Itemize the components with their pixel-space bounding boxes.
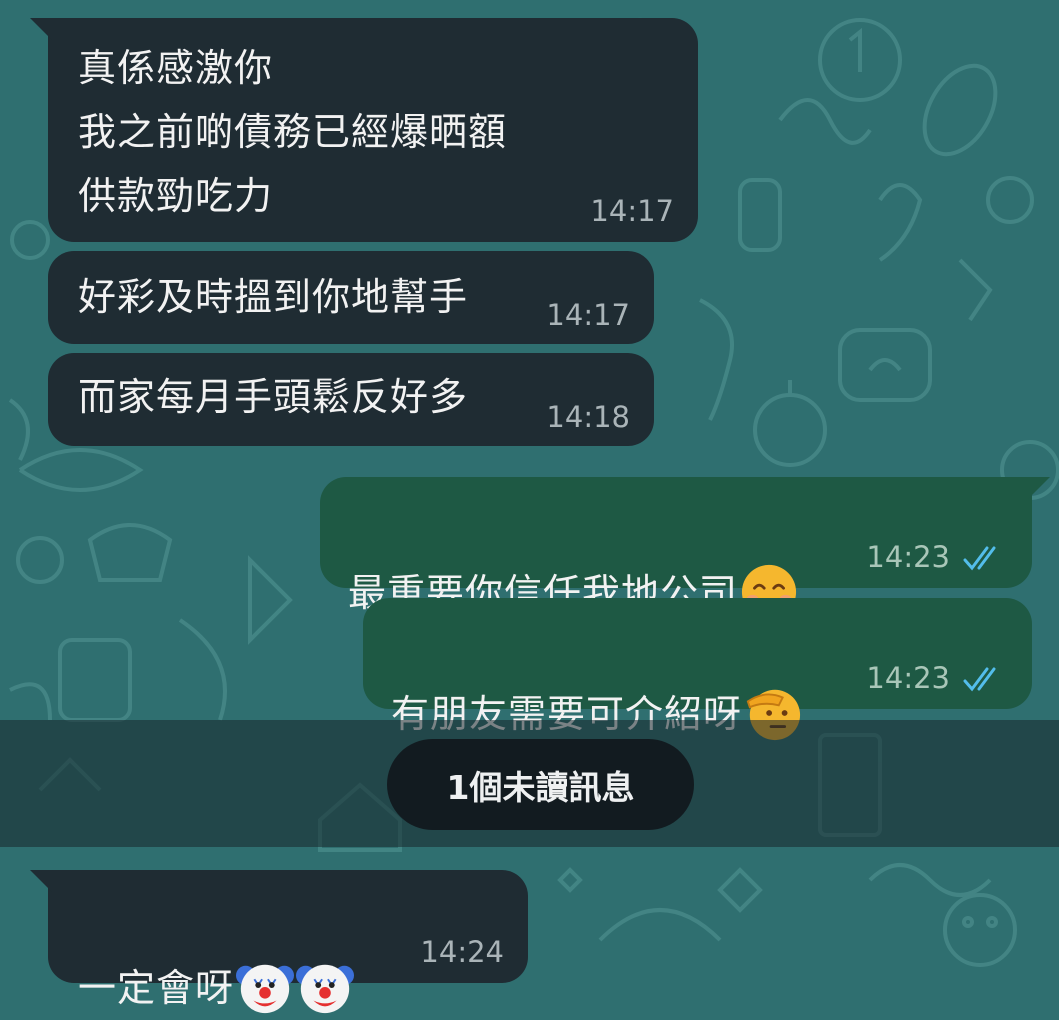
unread-messages-label: 1個未讀訊息 <box>387 739 694 830</box>
message-bubble[interactable]: 好彩及時搵到你地幫手 14:17 <box>48 251 654 344</box>
message-time: 14:23 <box>866 661 950 695</box>
read-receipt-icon <box>963 667 996 692</box>
message-time: 14:24 <box>420 935 504 969</box>
message-bubble[interactable]: 一定會呀 14:24 <box>30 870 528 1013</box>
message-time: 14:18 <box>546 400 630 434</box>
message-text-content: 一定會呀 <box>78 966 235 1010</box>
message-text: 真係感激你 我之前啲債務已經爆晒額 供款勁吃力 <box>78 46 508 218</box>
message-bubble[interactable]: 有朋友需要可介紹呀 14:23 <box>363 598 1032 740</box>
message-bubble[interactable]: 最重要你信任我地公司 14:23 <box>320 477 1050 619</box>
clown-face-icon <box>296 964 355 1013</box>
message-text: 一定會呀 <box>78 892 355 1020</box>
message-time: 14:17 <box>546 298 630 332</box>
message-time: 14:17 <box>590 194 674 228</box>
read-receipt-icon <box>963 546 996 571</box>
message-text: 而家每月手頭鬆反好多 <box>78 375 469 419</box>
message-bubble[interactable]: 真係感激你 我之前啲債務已經爆晒額 供款勁吃力 14:17 <box>30 18 698 242</box>
message-bubble[interactable]: 而家每月手頭鬆反好多 14:18 <box>48 353 654 446</box>
clown-face-icon <box>236 964 295 1013</box>
message-time: 14:23 <box>866 540 950 574</box>
message-text: 好彩及時搵到你地幫手 <box>78 275 469 319</box>
